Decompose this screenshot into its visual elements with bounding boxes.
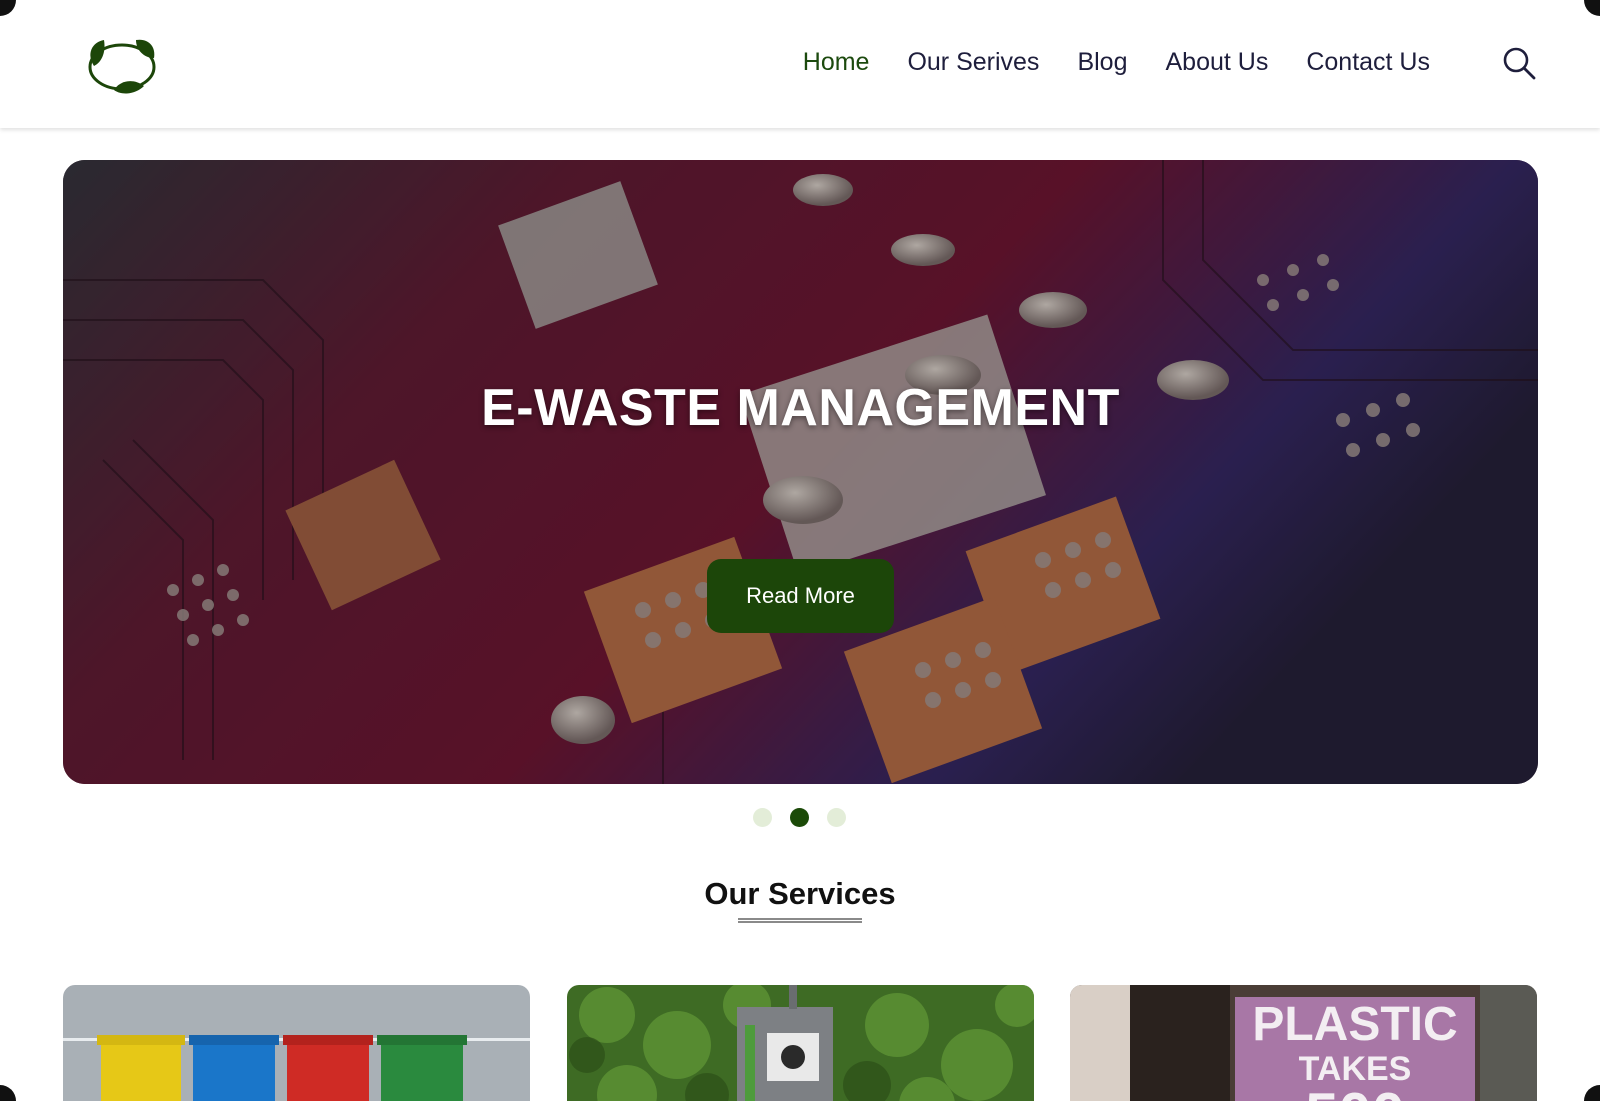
nav-home[interactable]: Home — [803, 48, 870, 77]
circuit-board-photo — [63, 160, 1538, 784]
search-icon[interactable] — [1502, 46, 1536, 80]
plastic-poster-photo: PLASTIC TAKES 500 — [1070, 985, 1537, 1101]
section-title-underline — [738, 918, 862, 923]
recycling-bins-photo — [63, 985, 530, 1101]
leaf-wreath-logo-icon[interactable] — [84, 36, 160, 96]
site-header: Home Our Serives Blog About Us Contact U… — [0, 0, 1600, 128]
hero-title: E-WASTE MANAGEMENT — [481, 379, 1120, 437]
section-title: Our Services — [704, 876, 896, 911]
nav-our-services[interactable]: Our Serives — [907, 48, 1039, 77]
nav-about-us[interactable]: About Us — [1165, 48, 1268, 77]
slider-dot-2[interactable] — [790, 808, 809, 827]
nav-contact-us[interactable]: Contact Us — [1306, 48, 1430, 77]
service-card-water-station[interactable] — [567, 985, 1034, 1101]
frame-corner — [1584, 1085, 1600, 1101]
service-card-plastic[interactable]: PLASTIC TAKES 500 — [1070, 985, 1537, 1101]
hero-slider: E-WASTE MANAGEMENT Read More — [63, 160, 1538, 784]
service-card-recycling[interactable] — [63, 985, 530, 1101]
water-station-photo — [567, 985, 1034, 1101]
frame-corner — [0, 1085, 16, 1101]
slider-dot-1[interactable] — [753, 808, 772, 827]
main-nav: Home Our Serives Blog About Us Contact U… — [803, 48, 1430, 77]
poster-text-number: 500 — [1305, 1081, 1405, 1101]
slider-dots — [753, 808, 846, 827]
nav-blog[interactable]: Blog — [1077, 48, 1127, 77]
slider-dot-3[interactable] — [827, 808, 846, 827]
read-more-button[interactable]: Read More — [707, 559, 894, 633]
poster-text-plastic: PLASTIC — [1252, 998, 1457, 1051]
